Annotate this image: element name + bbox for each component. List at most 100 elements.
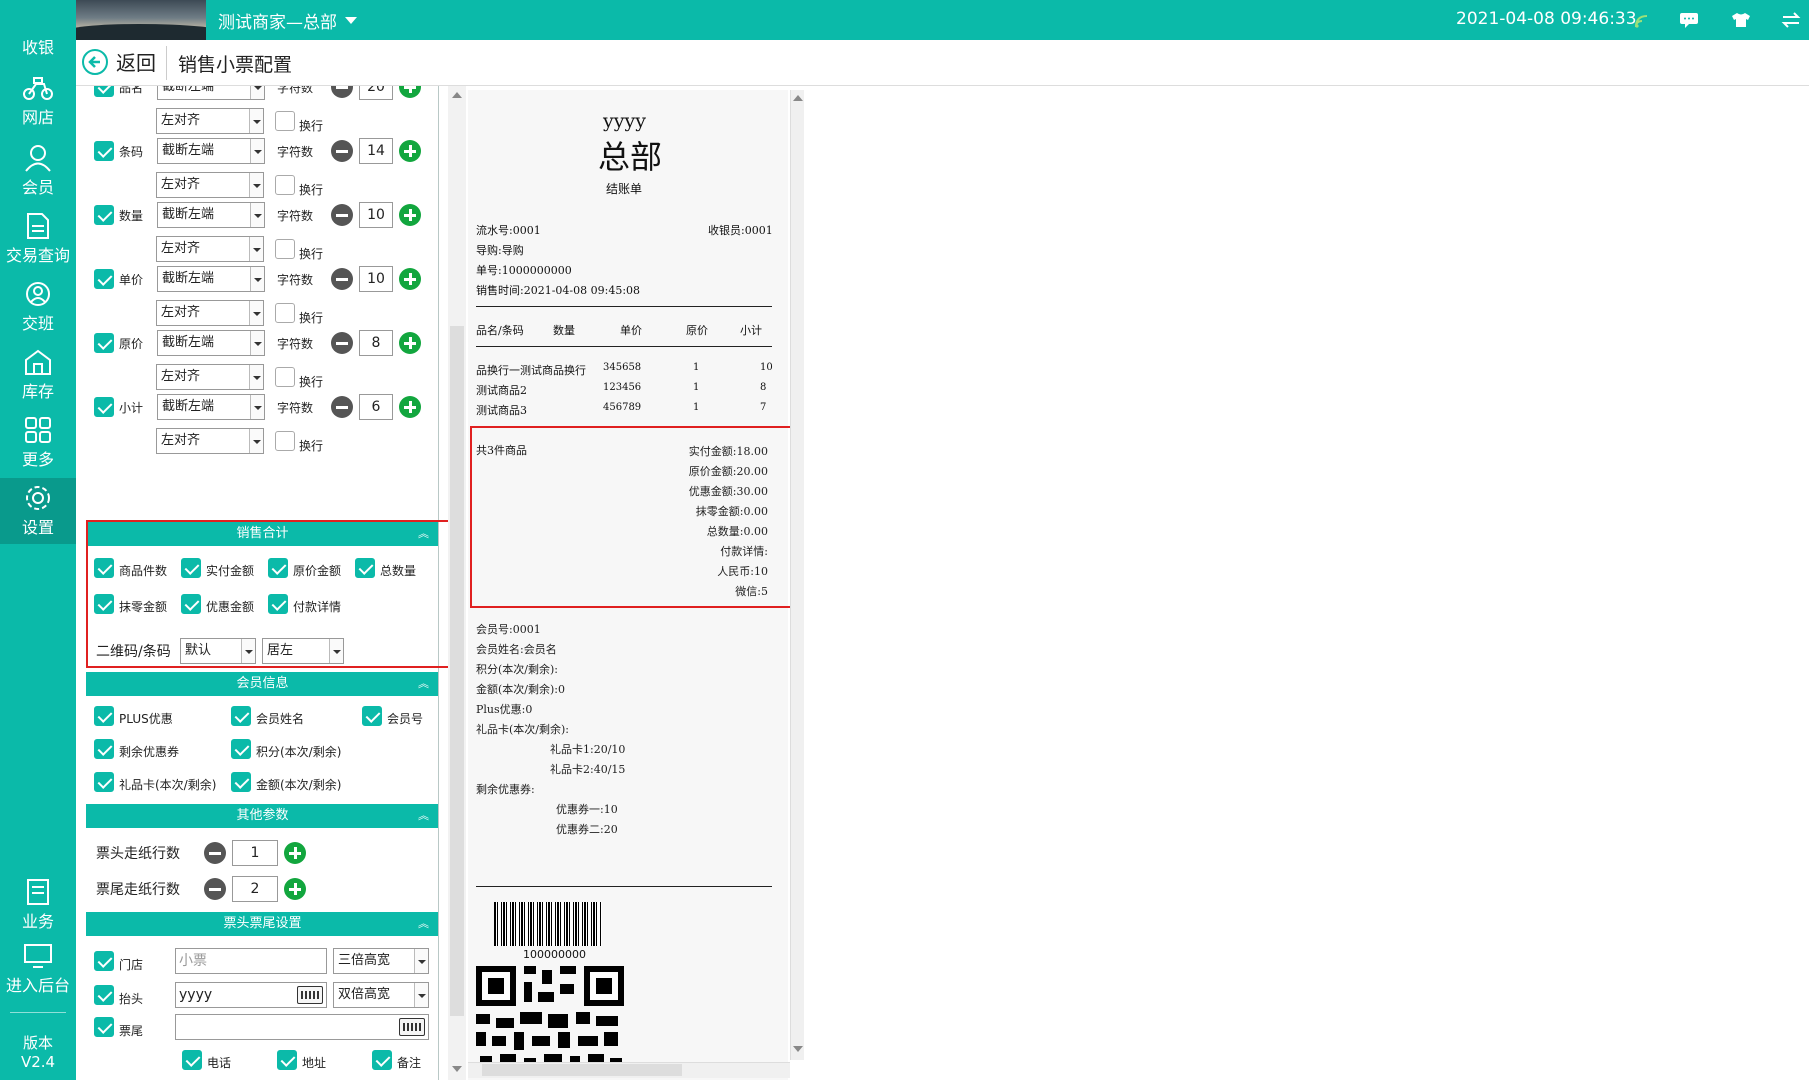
user-icon <box>25 145 51 172</box>
checkbox[interactable] <box>94 333 114 353</box>
nav-backend[interactable]: 进入后台 <box>0 936 76 1002</box>
skin-icon[interactable] <box>1728 8 1754 32</box>
char-count-input[interactable]: 6 <box>359 394 393 420</box>
increase-button[interactable] <box>284 842 306 864</box>
store-selector[interactable]: 测试商家—总部 <box>218 8 357 33</box>
head-feed-input[interactable]: 1 <box>232 840 278 866</box>
page-header: 返回 销售小票配置 <box>76 40 1809 86</box>
truncate-mode-dropdown[interactable]: 截断左端 <box>157 202 265 228</box>
align-dropdown[interactable]: 左对齐 <box>156 172 264 198</box>
collapse-icon[interactable]: ︽ <box>418 912 429 936</box>
increase-button[interactable] <box>399 396 421 418</box>
wrap-checkbox[interactable] <box>275 239 295 259</box>
checkbox[interactable] <box>372 1049 392 1070</box>
checkbox[interactable] <box>94 951 114 971</box>
checkbox[interactable] <box>231 771 251 792</box>
footer-text-input[interactable] <box>175 1014 429 1040</box>
collapse-icon[interactable]: ︽ <box>418 672 429 696</box>
receipt-vertical-scrollbar[interactable] <box>790 90 804 1060</box>
nav-handover[interactable]: 交班 <box>0 274 76 340</box>
decrease-button[interactable] <box>331 86 353 98</box>
section-other-params[interactable]: 其他参数 ︽ <box>86 804 438 828</box>
checkbox[interactable] <box>94 141 114 161</box>
truncate-mode-dropdown[interactable]: 截断左端 <box>157 266 265 292</box>
wrap-checkbox[interactable] <box>275 175 295 195</box>
char-count-input[interactable]: 20 <box>359 86 393 100</box>
truncate-mode-dropdown[interactable]: 截断左端 <box>157 394 265 420</box>
truncate-mode-dropdown[interactable]: 截断左端 <box>157 330 265 356</box>
checkbox[interactable] <box>94 205 114 225</box>
keyboard-icon[interactable] <box>297 986 323 1004</box>
checkbox[interactable] <box>94 771 114 792</box>
title-size-dropdown[interactable]: 双倍高宽 <box>333 982 429 1008</box>
align-dropdown[interactable]: 左对齐 <box>156 236 264 262</box>
receipt-horizontal-scrollbar[interactable] <box>468 1062 790 1078</box>
nav-transactions[interactable]: 交易查询 <box>0 206 76 272</box>
decrease-button[interactable] <box>331 268 353 290</box>
checkbox[interactable] <box>231 705 251 726</box>
nav-inventory[interactable]: 库存 <box>0 342 76 408</box>
nav-webstore[interactable]: 网店 <box>0 70 76 136</box>
checkbox[interactable] <box>94 397 114 417</box>
increase-button[interactable] <box>399 268 421 290</box>
decrease-button[interactable] <box>331 204 353 226</box>
nav-settings[interactable]: 设置 <box>0 478 76 544</box>
store-size-dropdown[interactable]: 三倍高宽 <box>333 948 429 974</box>
decrease-button[interactable] <box>331 140 353 162</box>
switch-icon[interactable] <box>1778 8 1804 32</box>
item-name: 测试商品3 <box>476 404 527 417</box>
char-count-input[interactable]: 10 <box>359 266 393 292</box>
keyboard-icon[interactable] <box>399 1018 425 1036</box>
checkbox[interactable] <box>94 1017 114 1037</box>
nav-label: 会员 <box>21 178 54 197</box>
checkbox[interactable] <box>94 738 114 759</box>
collapse-icon[interactable]: ︽ <box>418 804 429 828</box>
store-text-input[interactable]: 小票 <box>175 948 327 974</box>
left-scrollbar[interactable] <box>448 86 466 1080</box>
section-header-footer[interactable]: 票头票尾设置 ︽ <box>86 912 438 936</box>
tail-feed-input[interactable]: 2 <box>232 876 278 902</box>
truncate-mode-dropdown[interactable]: 截断左端 <box>157 138 265 164</box>
increase-button[interactable] <box>399 332 421 354</box>
align-dropdown[interactable]: 左对齐 <box>156 428 264 454</box>
nav-member[interactable]: 会员 <box>0 138 76 204</box>
title-text-input[interactable]: yyyy <box>175 982 327 1008</box>
align-dropdown[interactable]: 左对齐 <box>156 108 264 134</box>
checkbox[interactable] <box>94 86 114 97</box>
nav-business[interactable]: 业务 <box>0 872 76 938</box>
increase-button[interactable] <box>399 204 421 226</box>
char-count-input[interactable]: 8 <box>359 330 393 356</box>
char-count-input[interactable]: 14 <box>359 138 393 164</box>
checkbox[interactable] <box>182 1049 202 1070</box>
checkbox[interactable] <box>94 705 114 726</box>
message-icon[interactable] <box>1676 8 1702 32</box>
align-dropdown[interactable]: 左对齐 <box>156 364 264 390</box>
checkbox[interactable] <box>277 1049 297 1070</box>
increase-button[interactable] <box>399 86 421 98</box>
checkbox[interactable] <box>231 738 251 759</box>
field-row-quantity: 数量 截断左端 字符数 10 <box>94 202 421 228</box>
nav-more[interactable]: 更多 <box>0 410 76 476</box>
decrease-button[interactable] <box>331 396 353 418</box>
align-dropdown[interactable]: 左对齐 <box>156 300 264 326</box>
increase-button[interactable] <box>399 140 421 162</box>
handover-icon <box>26 282 50 306</box>
wrap-checkbox[interactable] <box>275 431 295 451</box>
wrap-checkbox[interactable] <box>275 111 295 131</box>
decrease-button[interactable] <box>204 878 226 900</box>
checkbox[interactable] <box>362 705 382 726</box>
field-row-subtotal: 小计 截断左端 字符数 6 <box>94 394 421 420</box>
decrease-button[interactable] <box>204 842 226 864</box>
highlight-box-receipt <box>470 426 800 608</box>
nav-label: 网店 <box>21 108 54 127</box>
increase-button[interactable] <box>284 878 306 900</box>
wrap-checkbox[interactable] <box>275 303 295 323</box>
decrease-button[interactable] <box>331 332 353 354</box>
char-count-input[interactable]: 10 <box>359 202 393 228</box>
checkbox[interactable] <box>94 269 114 289</box>
section-member-info[interactable]: 会员信息 ︽ <box>86 672 438 696</box>
wrap-checkbox[interactable] <box>275 367 295 387</box>
truncate-mode-dropdown[interactable]: 截断左端 <box>157 86 265 100</box>
back-button[interactable]: 返回 <box>82 47 156 76</box>
checkbox[interactable] <box>94 985 114 1005</box>
